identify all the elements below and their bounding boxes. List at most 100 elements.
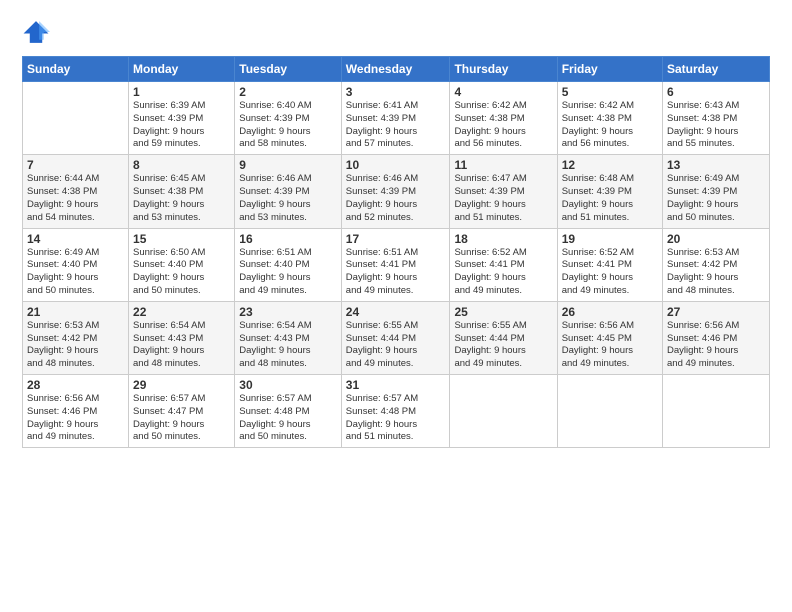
day-cell: 6Sunrise: 6:43 AM Sunset: 4:38 PM Daylig… — [663, 82, 770, 155]
day-cell: 17Sunrise: 6:51 AM Sunset: 4:41 PM Dayli… — [341, 228, 450, 301]
day-info: Sunrise: 6:40 AM Sunset: 4:39 PM Dayligh… — [239, 100, 337, 151]
day-number: 5 — [562, 85, 658, 99]
day-cell: 22Sunrise: 6:54 AM Sunset: 4:43 PM Dayli… — [129, 301, 235, 374]
logo — [22, 18, 54, 46]
day-cell: 3Sunrise: 6:41 AM Sunset: 4:39 PM Daylig… — [341, 82, 450, 155]
day-cell: 28Sunrise: 6:56 AM Sunset: 4:46 PM Dayli… — [23, 375, 129, 448]
day-info: Sunrise: 6:51 AM Sunset: 4:41 PM Dayligh… — [346, 247, 446, 298]
day-info: Sunrise: 6:53 AM Sunset: 4:42 PM Dayligh… — [667, 247, 765, 298]
day-number: 21 — [27, 305, 124, 319]
header — [22, 18, 770, 46]
day-cell: 19Sunrise: 6:52 AM Sunset: 4:41 PM Dayli… — [557, 228, 662, 301]
day-info: Sunrise: 6:47 AM Sunset: 4:39 PM Dayligh… — [454, 173, 552, 224]
day-cell: 9Sunrise: 6:46 AM Sunset: 4:39 PM Daylig… — [235, 155, 342, 228]
day-number: 19 — [562, 232, 658, 246]
weekday-header-row: SundayMondayTuesdayWednesdayThursdayFrid… — [23, 57, 770, 82]
day-number: 20 — [667, 232, 765, 246]
day-number: 9 — [239, 158, 337, 172]
day-cell: 4Sunrise: 6:42 AM Sunset: 4:38 PM Daylig… — [450, 82, 557, 155]
day-cell: 7Sunrise: 6:44 AM Sunset: 4:38 PM Daylig… — [23, 155, 129, 228]
day-number: 8 — [133, 158, 230, 172]
day-info: Sunrise: 6:46 AM Sunset: 4:39 PM Dayligh… — [346, 173, 446, 224]
day-number: 17 — [346, 232, 446, 246]
day-cell: 18Sunrise: 6:52 AM Sunset: 4:41 PM Dayli… — [450, 228, 557, 301]
day-number: 23 — [239, 305, 337, 319]
day-cell: 21Sunrise: 6:53 AM Sunset: 4:42 PM Dayli… — [23, 301, 129, 374]
day-cell — [663, 375, 770, 448]
day-info: Sunrise: 6:41 AM Sunset: 4:39 PM Dayligh… — [346, 100, 446, 151]
day-info: Sunrise: 6:39 AM Sunset: 4:39 PM Dayligh… — [133, 100, 230, 151]
day-info: Sunrise: 6:56 AM Sunset: 4:45 PM Dayligh… — [562, 320, 658, 371]
weekday-header-monday: Monday — [129, 57, 235, 82]
day-number: 1 — [133, 85, 230, 99]
day-number: 11 — [454, 158, 552, 172]
day-number: 6 — [667, 85, 765, 99]
day-cell: 27Sunrise: 6:56 AM Sunset: 4:46 PM Dayli… — [663, 301, 770, 374]
day-info: Sunrise: 6:45 AM Sunset: 4:38 PM Dayligh… — [133, 173, 230, 224]
day-number: 28 — [27, 378, 124, 392]
day-info: Sunrise: 6:56 AM Sunset: 4:46 PM Dayligh… — [667, 320, 765, 371]
day-number: 16 — [239, 232, 337, 246]
day-cell: 13Sunrise: 6:49 AM Sunset: 4:39 PM Dayli… — [663, 155, 770, 228]
day-cell: 20Sunrise: 6:53 AM Sunset: 4:42 PM Dayli… — [663, 228, 770, 301]
day-info: Sunrise: 6:46 AM Sunset: 4:39 PM Dayligh… — [239, 173, 337, 224]
day-info: Sunrise: 6:53 AM Sunset: 4:42 PM Dayligh… — [27, 320, 124, 371]
week-row-4: 28Sunrise: 6:56 AM Sunset: 4:46 PM Dayli… — [23, 375, 770, 448]
day-cell — [557, 375, 662, 448]
day-info: Sunrise: 6:56 AM Sunset: 4:46 PM Dayligh… — [27, 393, 124, 444]
day-cell: 14Sunrise: 6:49 AM Sunset: 4:40 PM Dayli… — [23, 228, 129, 301]
day-cell: 10Sunrise: 6:46 AM Sunset: 4:39 PM Dayli… — [341, 155, 450, 228]
day-number: 29 — [133, 378, 230, 392]
day-info: Sunrise: 6:43 AM Sunset: 4:38 PM Dayligh… — [667, 100, 765, 151]
day-number: 24 — [346, 305, 446, 319]
day-cell: 23Sunrise: 6:54 AM Sunset: 4:43 PM Dayli… — [235, 301, 342, 374]
day-number: 25 — [454, 305, 552, 319]
day-cell: 1Sunrise: 6:39 AM Sunset: 4:39 PM Daylig… — [129, 82, 235, 155]
day-number: 4 — [454, 85, 552, 99]
day-cell: 15Sunrise: 6:50 AM Sunset: 4:40 PM Dayli… — [129, 228, 235, 301]
day-number: 26 — [562, 305, 658, 319]
day-number: 10 — [346, 158, 446, 172]
week-row-0: 1Sunrise: 6:39 AM Sunset: 4:39 PM Daylig… — [23, 82, 770, 155]
day-info: Sunrise: 6:49 AM Sunset: 4:39 PM Dayligh… — [667, 173, 765, 224]
week-row-2: 14Sunrise: 6:49 AM Sunset: 4:40 PM Dayli… — [23, 228, 770, 301]
day-number: 12 — [562, 158, 658, 172]
day-cell: 2Sunrise: 6:40 AM Sunset: 4:39 PM Daylig… — [235, 82, 342, 155]
calendar-table: SundayMondayTuesdayWednesdayThursdayFrid… — [22, 56, 770, 448]
day-number: 7 — [27, 158, 124, 172]
day-info: Sunrise: 6:57 AM Sunset: 4:48 PM Dayligh… — [239, 393, 337, 444]
day-info: Sunrise: 6:57 AM Sunset: 4:47 PM Dayligh… — [133, 393, 230, 444]
weekday-header-saturday: Saturday — [663, 57, 770, 82]
week-row-1: 7Sunrise: 6:44 AM Sunset: 4:38 PM Daylig… — [23, 155, 770, 228]
day-info: Sunrise: 6:54 AM Sunset: 4:43 PM Dayligh… — [133, 320, 230, 371]
day-cell: 25Sunrise: 6:55 AM Sunset: 4:44 PM Dayli… — [450, 301, 557, 374]
day-info: Sunrise: 6:50 AM Sunset: 4:40 PM Dayligh… — [133, 247, 230, 298]
day-cell: 30Sunrise: 6:57 AM Sunset: 4:48 PM Dayli… — [235, 375, 342, 448]
day-cell — [450, 375, 557, 448]
day-number: 27 — [667, 305, 765, 319]
weekday-header-thursday: Thursday — [450, 57, 557, 82]
weekday-header-sunday: Sunday — [23, 57, 129, 82]
day-cell: 24Sunrise: 6:55 AM Sunset: 4:44 PM Dayli… — [341, 301, 450, 374]
day-info: Sunrise: 6:52 AM Sunset: 4:41 PM Dayligh… — [562, 247, 658, 298]
day-info: Sunrise: 6:55 AM Sunset: 4:44 PM Dayligh… — [346, 320, 446, 371]
logo-icon — [22, 18, 50, 46]
day-info: Sunrise: 6:52 AM Sunset: 4:41 PM Dayligh… — [454, 247, 552, 298]
day-cell: 29Sunrise: 6:57 AM Sunset: 4:47 PM Dayli… — [129, 375, 235, 448]
day-info: Sunrise: 6:42 AM Sunset: 4:38 PM Dayligh… — [562, 100, 658, 151]
day-cell: 31Sunrise: 6:57 AM Sunset: 4:48 PM Dayli… — [341, 375, 450, 448]
weekday-header-friday: Friday — [557, 57, 662, 82]
day-cell: 8Sunrise: 6:45 AM Sunset: 4:38 PM Daylig… — [129, 155, 235, 228]
page: SundayMondayTuesdayWednesdayThursdayFrid… — [0, 0, 792, 612]
weekday-header-wednesday: Wednesday — [341, 57, 450, 82]
day-info: Sunrise: 6:57 AM Sunset: 4:48 PM Dayligh… — [346, 393, 446, 444]
day-info: Sunrise: 6:51 AM Sunset: 4:40 PM Dayligh… — [239, 247, 337, 298]
day-number: 13 — [667, 158, 765, 172]
day-info: Sunrise: 6:42 AM Sunset: 4:38 PM Dayligh… — [454, 100, 552, 151]
day-cell: 16Sunrise: 6:51 AM Sunset: 4:40 PM Dayli… — [235, 228, 342, 301]
day-number: 15 — [133, 232, 230, 246]
day-number: 18 — [454, 232, 552, 246]
day-cell: 5Sunrise: 6:42 AM Sunset: 4:38 PM Daylig… — [557, 82, 662, 155]
day-number: 3 — [346, 85, 446, 99]
day-number: 30 — [239, 378, 337, 392]
